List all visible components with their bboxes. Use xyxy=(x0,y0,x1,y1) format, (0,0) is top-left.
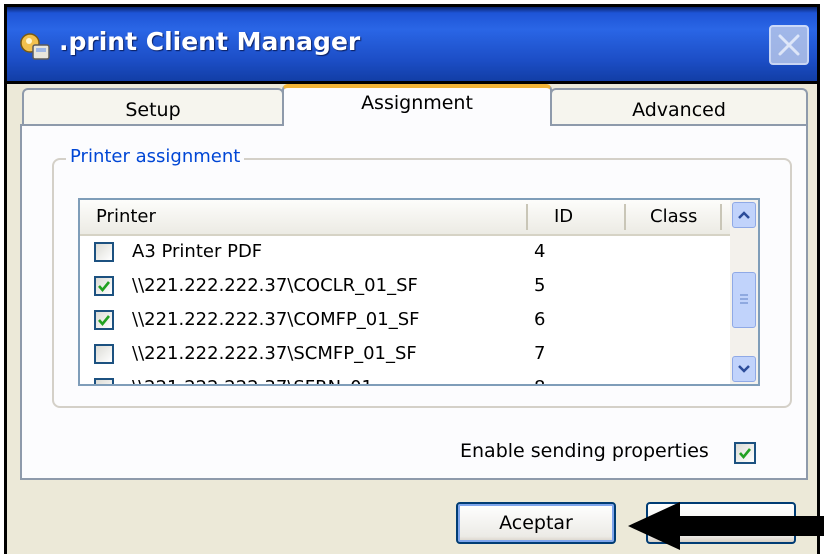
enable-sending-properties-label: Enable sending properties xyxy=(460,440,709,462)
list-item[interactable]: \\221.222.222.37\SCMFP_01_SF 7 xyxy=(80,338,732,372)
printer-assignment-label: Printer assignment xyxy=(66,146,245,167)
aceptar-button-label: Aceptar xyxy=(499,512,573,534)
arrow-annotation xyxy=(628,502,824,550)
printer-id: 4 xyxy=(534,241,546,262)
scroll-up-button[interactable] xyxy=(732,202,756,228)
printer-id: 7 xyxy=(534,343,546,364)
client-manager-app-icon xyxy=(20,33,50,60)
column-divider[interactable] xyxy=(624,204,626,230)
tab-advanced-label: Advanced xyxy=(632,99,726,121)
assignment-panel: Printer assignment Printer ID Class A3 P… xyxy=(20,124,808,480)
window-title: .print Client Manager xyxy=(59,27,361,56)
close-icon xyxy=(778,34,800,56)
printer-checkbox[interactable] xyxy=(94,344,114,364)
tab-assignment[interactable]: Assignment xyxy=(282,84,552,126)
aceptar-button[interactable]: Aceptar xyxy=(456,502,616,544)
chevron-down-icon xyxy=(738,365,750,373)
grip-icon xyxy=(740,294,748,304)
printer-checkbox[interactable] xyxy=(94,276,114,296)
enable-sending-properties-checkbox[interactable] xyxy=(734,442,756,464)
scroll-down-button[interactable] xyxy=(732,356,756,382)
close-button[interactable] xyxy=(769,25,809,65)
title-bar[interactable]: .print Client Manager xyxy=(4,4,820,84)
printer-checkbox[interactable] xyxy=(94,378,114,384)
printer-checkbox[interactable] xyxy=(94,310,114,330)
printer-id: 6 xyxy=(534,309,546,330)
tab-setup[interactable]: Setup xyxy=(22,88,284,128)
tab-assignment-label: Assignment xyxy=(361,92,473,114)
printer-list[interactable]: Printer ID Class A3 Printer PDF 4 \\221.… xyxy=(78,198,760,386)
list-item[interactable]: A3 Printer PDF 4 xyxy=(80,236,732,270)
list-item[interactable]: \\221.222.222.37\COMFP_01_SF 6 xyxy=(80,304,732,338)
list-item[interactable]: \\221.222.222.37\SFRN_01 8 xyxy=(80,372,732,384)
printer-name: A3 Printer PDF xyxy=(132,241,263,262)
checkmark-icon xyxy=(98,315,111,327)
printer-name: \\221.222.222.37\COMFP_01_SF xyxy=(132,309,420,330)
column-id[interactable]: ID xyxy=(554,206,573,227)
printer-name: \\221.222.222.37\COCLR_01_SF xyxy=(132,275,418,296)
chevron-up-icon xyxy=(738,211,750,219)
column-divider[interactable] xyxy=(526,204,528,230)
printer-id: 5 xyxy=(534,275,546,296)
tab-setup-label: Setup xyxy=(125,99,181,121)
checkmark-icon xyxy=(98,281,111,293)
column-printer[interactable]: Printer xyxy=(96,206,156,227)
printer-checkbox[interactable] xyxy=(94,242,114,262)
column-class[interactable]: Class xyxy=(650,206,697,227)
scroll-thumb[interactable] xyxy=(732,272,756,328)
printer-list-header: Printer ID Class xyxy=(80,200,732,236)
printer-name: \\221.222.222.37\SCMFP_01_SF xyxy=(132,343,417,364)
printer-assignment-group: Printer assignment Printer ID Class A3 P… xyxy=(52,146,792,408)
tab-advanced[interactable]: Advanced xyxy=(550,88,808,128)
list-item[interactable]: \\221.222.222.37\COCLR_01_SF 5 xyxy=(80,270,732,304)
printer-id: 8 xyxy=(534,377,545,384)
printer-name: \\221.222.222.37\SFRN_01 xyxy=(132,377,373,384)
vertical-scrollbar[interactable] xyxy=(730,200,758,384)
column-divider[interactable] xyxy=(720,204,722,230)
checkmark-icon xyxy=(739,448,752,460)
